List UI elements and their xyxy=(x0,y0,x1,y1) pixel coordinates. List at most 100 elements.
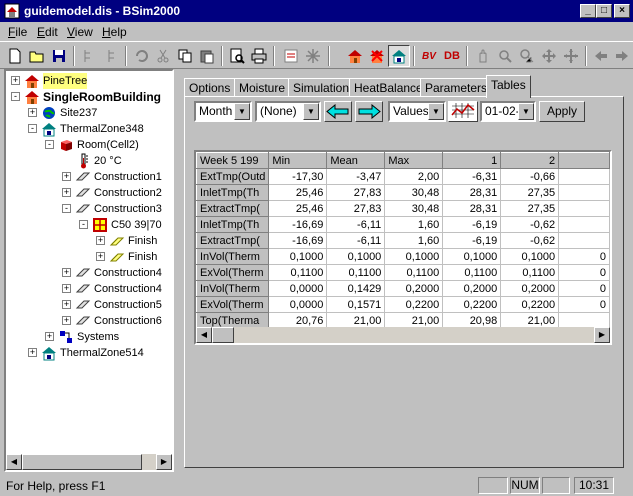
table-cell[interactable]: 27,83 xyxy=(326,200,386,217)
paste-button[interactable] xyxy=(196,45,218,67)
table-cell[interactable]: 0,0000 xyxy=(268,296,328,313)
table-cell[interactable]: 0 xyxy=(558,264,610,281)
expand-icon[interactable]: + xyxy=(28,108,37,117)
column-header[interactable]: 2 xyxy=(500,152,560,169)
expand-icon[interactable]: + xyxy=(62,316,71,325)
undo-button[interactable] xyxy=(130,45,152,67)
row-header[interactable]: InVol(Therm xyxy=(196,280,270,297)
collapse-icon[interactable]: - xyxy=(79,220,88,229)
table-cell[interactable]: 0,1571 xyxy=(326,296,386,313)
table-cell[interactable]: 0,1100 xyxy=(500,264,560,281)
graph-button[interactable] xyxy=(448,101,478,122)
table-cell[interactable]: 1,60 xyxy=(384,216,444,233)
next-period-button[interactable] xyxy=(355,101,383,122)
filter-select[interactable]: (None) ▼ xyxy=(255,101,321,122)
table-scroll-right-button[interactable]: ▶ xyxy=(594,327,610,343)
table-cell[interactable]: 28,31 xyxy=(442,184,502,201)
period-dropdown-arrow[interactable]: ▼ xyxy=(234,103,250,120)
model-tree[interactable]: + PineTree - SingleRoomBuilding + Site237- The… xyxy=(4,69,174,472)
table-horizontal-scrollbar[interactable]: ◀ ▶ xyxy=(196,327,610,343)
table-cell[interactable]: -0,62 xyxy=(500,216,560,233)
table-cell[interactable]: 0,1100 xyxy=(268,264,328,281)
collapse-icon[interactable]: - xyxy=(62,204,71,213)
tab-heatbalance[interactable]: HeatBalance xyxy=(349,78,428,97)
table-cell[interactable]: 0,2200 xyxy=(500,296,560,313)
expand-icon[interactable]: + xyxy=(62,300,71,309)
expand-icon[interactable]: + xyxy=(11,76,20,85)
date-dropdown-arrow[interactable]: ▼ xyxy=(518,103,534,120)
expand-icon[interactable]: + xyxy=(45,332,54,341)
table-cell[interactable]: 0 xyxy=(558,296,610,313)
menu-file[interactable]: File xyxy=(8,25,27,39)
row-header[interactable]: InletTmp(Th xyxy=(196,216,270,233)
zone-view-button[interactable] xyxy=(388,45,410,67)
row-header[interactable]: ExtTmp(Outd xyxy=(196,168,270,185)
table-scroll-left-button[interactable]: ◀ xyxy=(196,327,212,343)
row-header[interactable]: ExVol(Therm xyxy=(196,296,270,313)
table-cell[interactable]: 0,1000 xyxy=(326,248,386,265)
zoom-button[interactable] xyxy=(494,45,516,67)
table-cell[interactable]: -6,19 xyxy=(442,232,502,249)
new-file-button[interactable] xyxy=(4,45,26,67)
save-button[interactable] xyxy=(48,45,70,67)
table-cell[interactable]: 0,1000 xyxy=(268,248,328,265)
values-dropdown-arrow[interactable]: ▼ xyxy=(428,103,444,120)
burst-button[interactable] xyxy=(302,45,324,67)
date-select[interactable]: 01-02-9 ▼ xyxy=(480,101,536,122)
tab-simulation[interactable]: Simulation xyxy=(288,78,355,97)
table-cell[interactable]: 21,00 xyxy=(326,312,386,327)
column-header[interactable] xyxy=(558,152,610,169)
bv-button[interactable]: BV xyxy=(418,45,440,67)
close-button[interactable]: × xyxy=(614,4,630,18)
expand-icon[interactable]: + xyxy=(62,188,71,197)
tab-parameters[interactable]: Parameters xyxy=(420,78,493,97)
forward-button[interactable] xyxy=(611,45,633,67)
column-header[interactable]: Mean xyxy=(326,152,386,169)
column-header[interactable]: 1 xyxy=(442,152,502,169)
values-select[interactable]: Values ▼ xyxy=(388,101,446,122)
zoom-move-button[interactable] xyxy=(516,45,538,67)
table-cell[interactable]: 0,2200 xyxy=(442,296,502,313)
table-cell[interactable]: -6,31 xyxy=(442,168,502,185)
rotate-button[interactable] xyxy=(538,45,560,67)
table-cell[interactable]: 25,46 xyxy=(268,184,328,201)
table-cell[interactable]: 0,2200 xyxy=(384,296,444,313)
table-cell[interactable] xyxy=(558,312,610,327)
table-cell[interactable]: -16,69 xyxy=(268,232,328,249)
table-cell[interactable]: 27,83 xyxy=(326,184,386,201)
table-cell[interactable]: 0,2000 xyxy=(442,280,502,297)
menu-help[interactable]: Help xyxy=(102,25,127,39)
hand-button[interactable] xyxy=(472,45,494,67)
minimize-button[interactable]: _ xyxy=(580,4,596,18)
table-cell[interactable] xyxy=(558,168,610,185)
table-cell[interactable]: 0,1100 xyxy=(384,264,444,281)
row-header[interactable]: ExtractTmp( xyxy=(196,232,270,249)
building-button[interactable] xyxy=(344,45,366,67)
table-cell[interactable]: 2,00 xyxy=(384,168,444,185)
print-preview-button[interactable] xyxy=(226,45,248,67)
tree-horizontal-scrollbar[interactable]: ◀ ▶ xyxy=(6,454,172,470)
table-scroll-thumb[interactable] xyxy=(212,327,234,343)
collapse-icon[interactable]: - xyxy=(28,124,37,133)
column-header[interactable]: Min xyxy=(268,152,328,169)
table-cell[interactable] xyxy=(558,232,610,249)
tree-left-button[interactable] xyxy=(78,45,100,67)
table-cell[interactable]: 21,00 xyxy=(384,312,444,327)
maximize-button[interactable]: □ xyxy=(596,4,612,18)
row-header[interactable]: Top(Therma xyxy=(196,312,270,327)
table-cell[interactable]: -16,69 xyxy=(268,216,328,233)
table-cell[interactable] xyxy=(558,200,610,217)
table-cell[interactable]: 20,76 xyxy=(268,312,328,327)
expand-icon[interactable]: + xyxy=(62,268,71,277)
table-cell[interactable]: -0,62 xyxy=(500,232,560,249)
filter-dropdown-arrow[interactable]: ▼ xyxy=(303,103,319,120)
table-cell[interactable]: 21,00 xyxy=(500,312,560,327)
table-cell[interactable]: -6,11 xyxy=(326,232,386,249)
table-cell[interactable] xyxy=(558,184,610,201)
table-cell[interactable]: -0,66 xyxy=(500,168,560,185)
table-cell[interactable]: 1,60 xyxy=(384,232,444,249)
table-cell[interactable]: 20,98 xyxy=(442,312,502,327)
table-cell[interactable]: 0 xyxy=(558,248,610,265)
table-cell[interactable]: 0,1000 xyxy=(442,248,502,265)
row-header[interactable]: ExtractTmp( xyxy=(196,200,270,217)
